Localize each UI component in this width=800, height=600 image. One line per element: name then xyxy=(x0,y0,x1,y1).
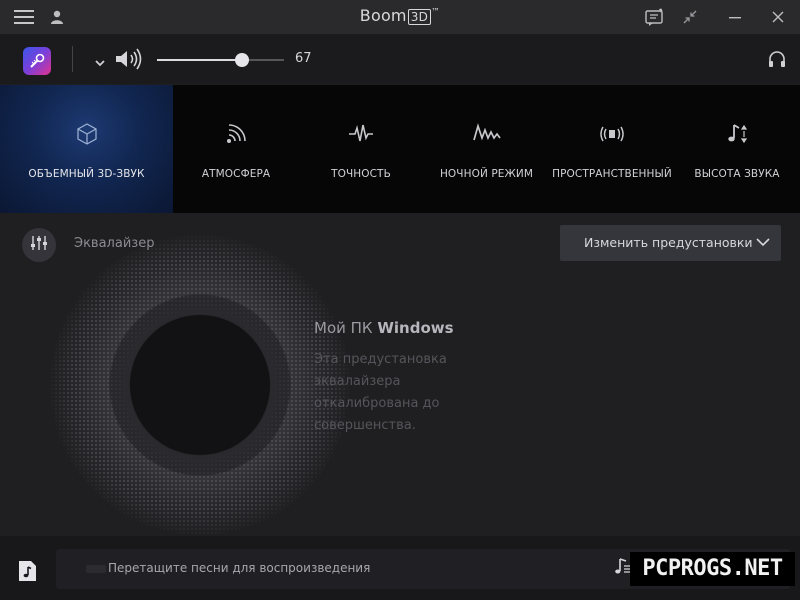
preset-name: Мой ПК Windows xyxy=(314,319,454,337)
speaker-center xyxy=(130,315,270,455)
divider xyxy=(72,46,73,72)
app-name: Boom xyxy=(359,6,407,25)
boom-logo-icon[interactable] xyxy=(23,47,51,75)
equalizer-sliders-icon xyxy=(30,235,48,255)
playlist-icon[interactable] xyxy=(614,558,630,580)
equalizer-button[interactable] xyxy=(22,228,56,262)
music-file-icon[interactable] xyxy=(16,560,38,586)
headphones-icon[interactable] xyxy=(768,50,786,72)
volume-value: 67 xyxy=(295,51,312,66)
effect-pitch[interactable]: ВЫСОТА ЗВУКА xyxy=(674,85,800,213)
effect-label: ПРОСТРАНСТВЕННЫЙ xyxy=(552,168,672,180)
drop-zone-marker xyxy=(86,565,106,573)
pitch-note-icon xyxy=(725,121,749,147)
fidelity-pulse-icon xyxy=(348,121,374,147)
trademark: ™ xyxy=(431,7,441,18)
title-bar: Boom 3D ™ xyxy=(0,0,800,34)
minimize-icon[interactable] xyxy=(725,0,745,34)
effect-fidelity[interactable]: ТОЧНОСТЬ xyxy=(299,85,423,213)
chevron-down-icon xyxy=(755,234,771,254)
effect-night-mode[interactable]: НОЧНОЙ РЕЖИМ xyxy=(423,85,550,213)
close-icon[interactable] xyxy=(768,0,788,34)
app-name-badge: 3D xyxy=(407,9,432,25)
effect-label: ВЫСОТА ЗВУКА xyxy=(694,168,780,180)
preset-description: Эта предустановка эквалайзера откалибров… xyxy=(314,352,447,433)
equalizer-panel: Эквалайзер Изменить предустановки Мой ПК… xyxy=(0,213,800,536)
effect-label: АТМОСФЕРА xyxy=(201,168,271,180)
effect-ambience[interactable]: АТМОСФЕРА xyxy=(173,85,299,213)
effect-3d-surround[interactable]: ОБЪЕМНЫЙ 3D-ЗВУК xyxy=(0,85,173,213)
volume-slider-thumb[interactable] xyxy=(235,53,250,67)
effect-spatial[interactable]: ПРОСТРАНСТВЕННЫЙ xyxy=(550,85,674,213)
control-bar: 67 xyxy=(0,34,800,84)
output-dropdown-chevron-icon[interactable] xyxy=(95,52,105,71)
night-mode-wave-icon xyxy=(472,121,501,147)
cube-icon xyxy=(75,121,99,147)
effect-label: НОЧНОЙ РЕЖИМ xyxy=(439,168,534,180)
equalizer-label[interactable]: Эквалайзер xyxy=(74,236,154,251)
preset-name-prefix: Мой ПК xyxy=(314,319,373,337)
volume-slider[interactable] xyxy=(157,53,284,67)
effect-label: ОБЪЕМНЫЙ 3D-ЗВУК xyxy=(28,168,145,180)
effects-bar: ОБЪЕМНЫЙ 3D-ЗВУК АТМОСФЕРА ТОЧНОСТЬ НОЧН… xyxy=(0,85,800,213)
mini-mode-icon[interactable] xyxy=(680,0,700,34)
ambience-waves-icon xyxy=(224,121,248,147)
drop-zone-text: Перетащите песни для воспроизведения xyxy=(108,561,371,575)
volume-slider-fill xyxy=(157,59,243,61)
preset-name-os: Windows xyxy=(377,319,454,337)
watermark: PCPROGS.NET xyxy=(630,552,795,586)
spatial-icon xyxy=(598,121,626,147)
change-presets-button[interactable]: Изменить предустановки xyxy=(560,225,781,261)
speaker-volume-icon[interactable] xyxy=(114,48,144,74)
change-presets-label: Изменить предустановки xyxy=(584,235,753,250)
notifications-icon[interactable] xyxy=(643,0,667,34)
effect-label: ТОЧНОСТЬ xyxy=(331,168,391,180)
